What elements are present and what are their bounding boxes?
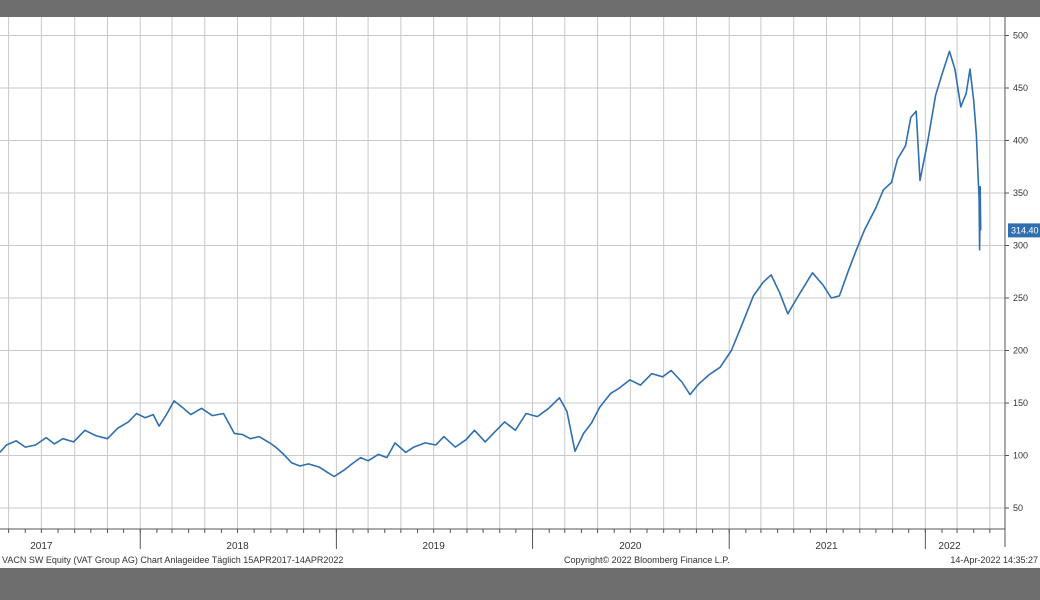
x-tick-label: 2020: [619, 541, 642, 552]
y-tick-label: 100: [1013, 451, 1028, 461]
footer-security-description: VACN SW Equity (VAT Group AG) Chart Anla…: [2, 555, 344, 565]
chart-frame: 50 100 150 200 250 300 350 400 450 500 2017 2018 201…: [0, 17, 1040, 568]
footer-copyright: Copyright© 2022 Bloomberg Finance L.P.: [564, 555, 730, 565]
x-tick-label: 2022: [938, 541, 961, 552]
x-tick-label: 2021: [815, 541, 838, 552]
y-tick-label: 200: [1013, 346, 1028, 356]
price-series-line: [0, 50, 982, 478]
axes: [0, 17, 1009, 549]
y-tick-label: 400: [1013, 136, 1028, 146]
y-tick-label: 50: [1013, 503, 1023, 513]
y-tick-label: 350: [1013, 188, 1028, 198]
y-tick-label: 450: [1013, 83, 1028, 93]
tick-labels: 50 100 150 200 250 300 350 400 450 500 2017 2018 201…: [30, 31, 1040, 552]
x-tick-label: 2017: [30, 541, 53, 552]
x-tick-label: 2018: [226, 541, 249, 552]
series-layer: [0, 50, 982, 478]
y-tick-label: 250: [1013, 293, 1028, 303]
x-tick-label: 2019: [423, 541, 446, 552]
last-price-label: 314.40: [1011, 225, 1039, 235]
footer-timestamp: 14-Apr-2022 14:35:27: [950, 555, 1038, 565]
stock-price-chart: 50 100 150 200 250 300 350 400 450 500 2017 2018 201…: [0, 17, 1040, 552]
y-tick-label: 500: [1013, 31, 1028, 41]
grid: [0, 17, 1005, 529]
y-tick-label: 300: [1013, 241, 1028, 251]
y-tick-label: 150: [1013, 398, 1028, 408]
